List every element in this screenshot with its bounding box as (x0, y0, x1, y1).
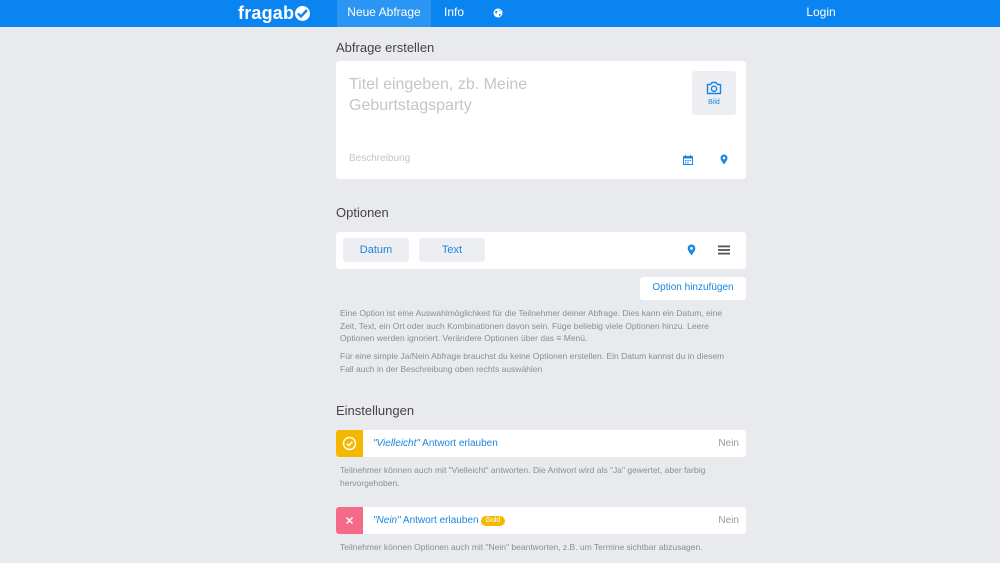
globe-icon[interactable] (488, 0, 508, 27)
create-card: Titel eingeben, zb. Meine Geburtstagspar… (336, 61, 746, 179)
description-input[interactable]: Beschreibung (349, 153, 410, 164)
nav-login[interactable]: Login (800, 0, 842, 27)
image-button[interactable]: Bild (692, 71, 736, 115)
calendar-icon[interactable] (683, 155, 693, 165)
title-input[interactable]: Titel eingeben, zb. Meine Geburtstagspar… (349, 74, 599, 116)
settings-heading: Einstellungen (336, 403, 415, 418)
no-help-text: Teilnehmer können Optionen auch mit "Nei… (340, 542, 703, 552)
location-pin-icon[interactable] (720, 154, 728, 165)
top-navbar: fragab Neue Abfrage Info Login (0, 0, 1000, 27)
setting-value: Nein (718, 515, 739, 526)
check-circle-icon (336, 430, 363, 457)
setting-label: "Nein" Antwort erlauben Gold (373, 507, 506, 534)
setting-label: "Vielleicht" Antwort erlauben (373, 438, 498, 449)
nav-new-survey[interactable]: Neue Abfrage (337, 0, 431, 27)
setting-maybe-answer[interactable]: "Vielleicht" Antwort erlauben Nein (336, 430, 746, 457)
options-heading: Optionen (336, 205, 389, 220)
logo-text: fragab (238, 2, 295, 23)
yes-no-help-text: Für eine simple Ja/Nein Abfrage brauchst… (340, 351, 725, 374)
setting-no-answer[interactable]: "Nein" Antwort erlauben Gold Nein (336, 507, 746, 534)
close-icon (336, 507, 363, 534)
option-type-date[interactable]: Datum (343, 238, 409, 262)
setting-value: Nein (718, 438, 739, 449)
option-type-text[interactable]: Text (419, 238, 485, 262)
camera-icon (706, 81, 722, 95)
logo-check-icon (295, 5, 311, 21)
gold-badge: Gold (480, 516, 506, 526)
options-help-text: Eine Option ist eine Auswahlmöglichkeit … (340, 308, 723, 343)
location-pin-icon[interactable] (687, 244, 696, 256)
maybe-help-text: Teilnehmer können auch mit "Vielleicht" … (340, 465, 706, 488)
nav-info[interactable]: Info (438, 0, 470, 27)
create-heading: Abfrage erstellen (336, 40, 435, 55)
option-row: Datum Text (336, 232, 746, 269)
logo[interactable]: fragab (238, 2, 311, 24)
add-option-button[interactable]: Option hinzufügen (640, 277, 746, 300)
menu-icon[interactable] (718, 245, 730, 255)
image-button-label: Bild (708, 99, 720, 106)
